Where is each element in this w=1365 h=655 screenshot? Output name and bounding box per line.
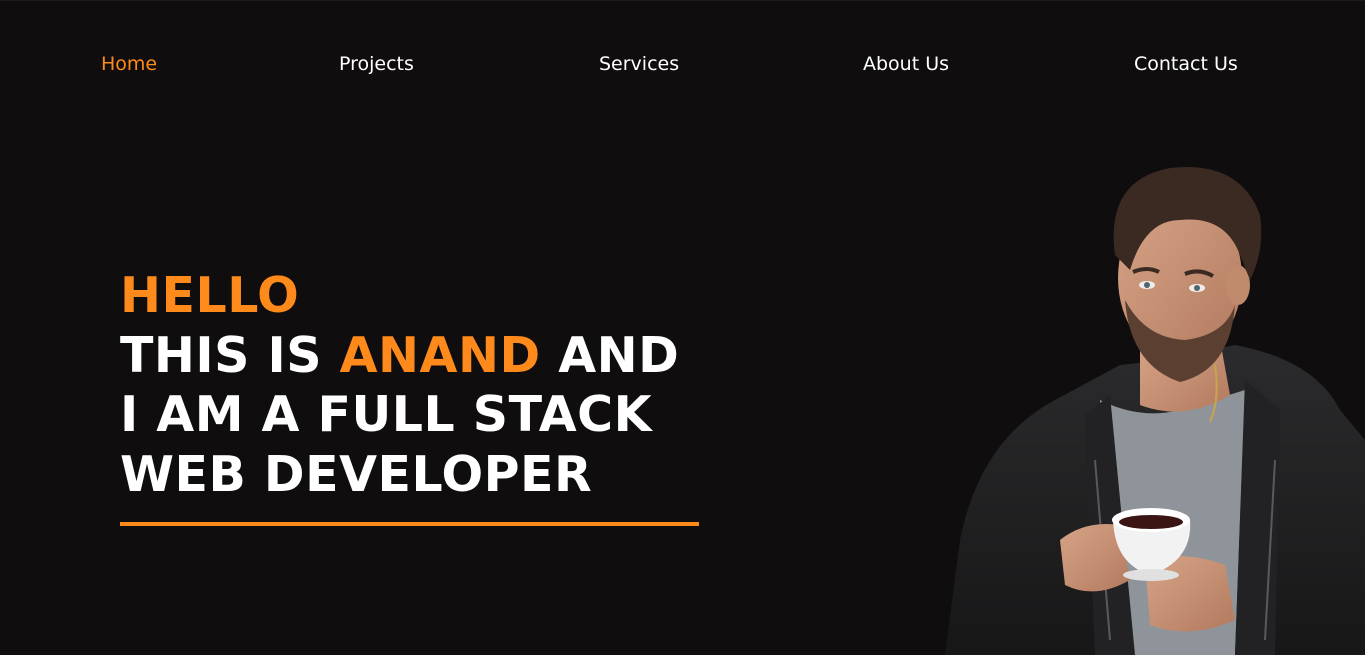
hero-underline	[120, 522, 699, 526]
hero-intro-prefix: THIS IS	[120, 326, 340, 384]
hero-line-intro: THIS IS ANAND AND	[120, 326, 760, 386]
hero-line-title: WEB DEVELOPER	[120, 445, 593, 503]
nav-link-home[interactable]: Home	[101, 52, 157, 76]
nav-link-services[interactable]: Services	[599, 52, 679, 76]
person-with-coffee-photo	[945, 166, 1365, 655]
hero-line-role: I AM A FULL STACK	[120, 386, 653, 443]
main-navigation: Home Projects Services About Us Contact …	[0, 0, 1365, 128]
hero-heading: HELLO THIS IS ANAND AND I AM A FULL STAC…	[120, 266, 760, 504]
nav-link-about-us[interactable]: About Us	[863, 52, 949, 76]
hero-greeting: HELLO	[120, 267, 300, 324]
hero-name: ANAND	[339, 326, 541, 384]
nav-link-contact-us[interactable]: Contact Us	[1134, 52, 1238, 76]
hero-intro-suffix: AND	[540, 326, 680, 384]
nav-link-projects[interactable]: Projects	[339, 52, 414, 76]
